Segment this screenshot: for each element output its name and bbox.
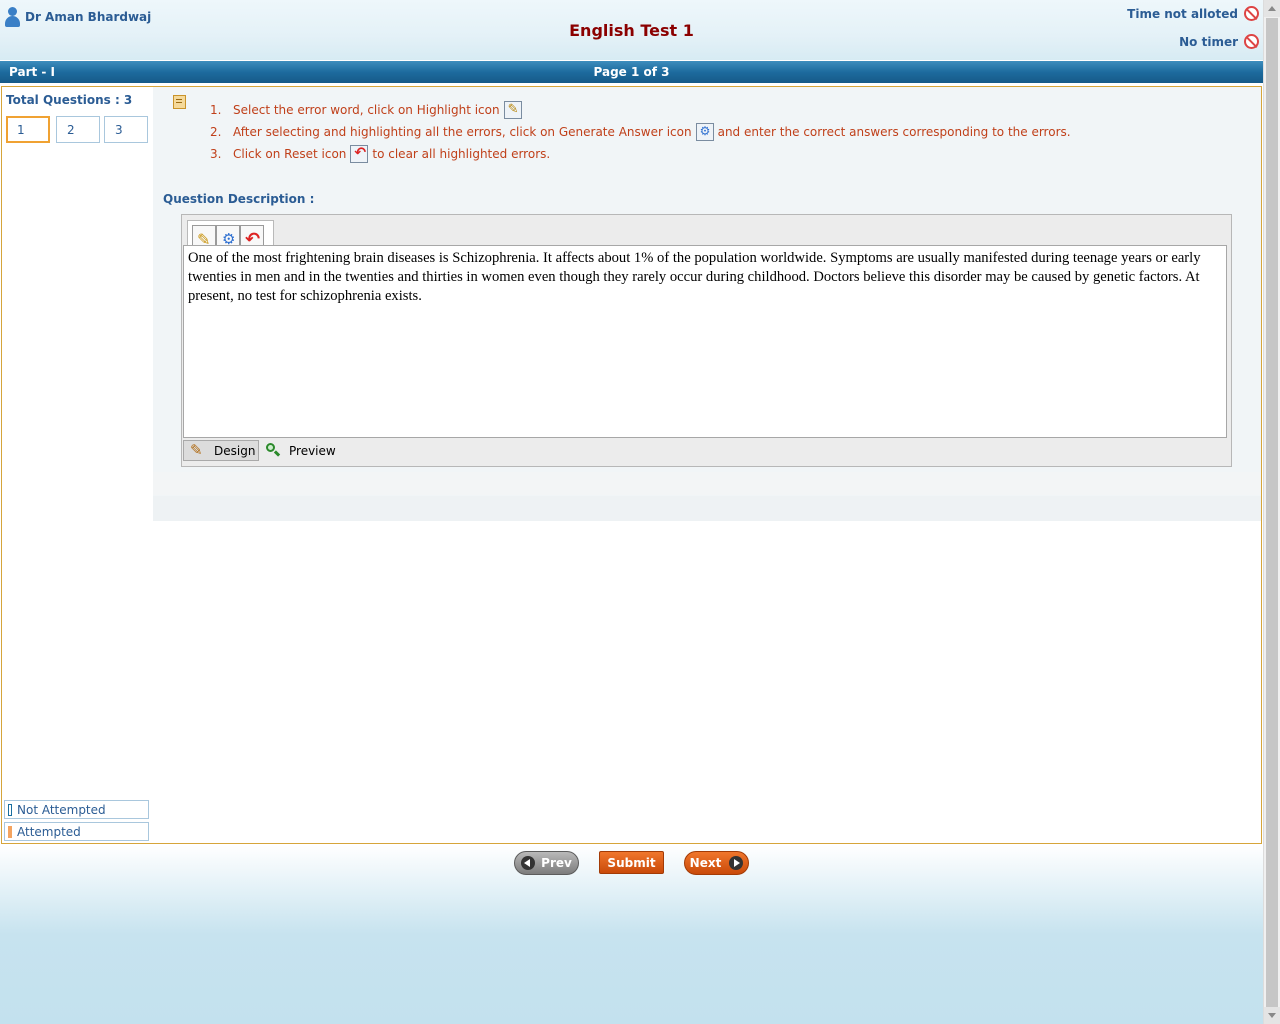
question-text-area[interactable]: One of the most frightening brain diseas…: [183, 245, 1227, 438]
no-clock-icon: [1244, 6, 1259, 21]
scroll-up-icon[interactable]: [1264, 0, 1280, 17]
editor-mode-bar: Design Preview: [183, 439, 1229, 463]
header: Dr Aman Bhardwaj English Test 1 Time not…: [0, 0, 1263, 60]
question-panel: 1. Select the error word, click on Highl…: [153, 86, 1262, 844]
scroll-thumb[interactable]: [1266, 18, 1278, 1008]
prev-label: Prev: [541, 856, 572, 870]
pencil-icon: [190, 441, 206, 459]
question-description-label: Question Description :: [163, 192, 315, 206]
test-page: Dr Aman Bhardwaj English Test 1 Time not…: [0, 0, 1263, 1024]
legend-not-attempted: Not Attempted: [4, 800, 149, 819]
question-button-3[interactable]: 3: [104, 116, 148, 143]
instruction-text-after: and enter the correct answers correspond…: [717, 125, 1071, 139]
instruction-1: 1. Select the error word, click on Highl…: [210, 101, 526, 119]
instruction-text: Click on Reset icon: [233, 147, 347, 161]
question-button-1[interactable]: 1: [6, 116, 50, 143]
not-attempted-swatch: [8, 804, 12, 816]
page-indicator: Page 1 of 3: [593, 65, 670, 79]
instruction-2: 2. After selecting and highlighting all …: [210, 123, 1071, 141]
time-status: Time not alloted: [1127, 6, 1259, 21]
next-button[interactable]: Next: [684, 851, 749, 875]
instruction-text-after: to clear all highlighted errors.: [372, 147, 551, 161]
generate-answer-icon: [695, 123, 714, 141]
timer-status: No timer: [1179, 34, 1259, 49]
footer: Prev Submit Next: [0, 845, 1263, 1024]
instruction-3: 3. Click on Reset icon to clear all high…: [210, 145, 550, 163]
preview-tab[interactable]: Preview: [263, 440, 343, 461]
preview-label: Preview: [289, 443, 336, 458]
submit-label: Submit: [607, 855, 656, 870]
total-questions: Total Questions : 3: [6, 93, 133, 107]
question-button-2[interactable]: 2: [56, 116, 100, 143]
next-label: Next: [689, 856, 722, 870]
time-status-label: Time not alloted: [1127, 6, 1238, 21]
design-tab[interactable]: Design: [183, 440, 259, 461]
editor-toolbar: [187, 220, 274, 249]
page-title: English Test 1: [569, 21, 694, 40]
legend-attempted-label: Attempted: [17, 825, 81, 839]
part-bar: Part - I Page 1 of 3: [0, 61, 1263, 83]
highlight-icon: [503, 101, 522, 119]
arrow-left-icon: [521, 856, 536, 870]
timer-status-label: No timer: [1179, 34, 1238, 49]
note-icon: [173, 95, 186, 109]
no-timer-icon: [1244, 34, 1259, 49]
magnifier-icon: [265, 442, 281, 459]
instruction-number: 2.: [210, 125, 222, 139]
vertical-scrollbar[interactable]: [1263, 0, 1280, 1024]
reset-icon: [350, 145, 369, 163]
legend-attempted: Attempted: [4, 822, 149, 841]
question-navigator: Total Questions : 3 1 2 3 Not Attempted …: [1, 86, 154, 844]
separator-band: [153, 496, 1261, 521]
instruction-number: 1.: [210, 103, 222, 117]
answer-editor: One of the most frightening brain diseas…: [181, 214, 1232, 467]
separator-band: [153, 472, 1261, 495]
submit-button[interactable]: Submit: [599, 851, 664, 874]
prev-button[interactable]: Prev: [514, 851, 579, 875]
legend-not-attempted-label: Not Attempted: [17, 803, 106, 817]
question-area: 1. Select the error word, click on Highl…: [153, 87, 1261, 521]
instruction-text: Select the error word, click on Highligh…: [233, 103, 500, 117]
instruction-text: After selecting and highlighting all the…: [233, 125, 692, 139]
scroll-down-icon[interactable]: [1264, 1007, 1280, 1024]
instruction-number: 3.: [210, 147, 222, 161]
attempted-swatch: [8, 826, 12, 838]
design-label: Design: [214, 443, 256, 458]
arrow-right-icon: [729, 856, 744, 870]
